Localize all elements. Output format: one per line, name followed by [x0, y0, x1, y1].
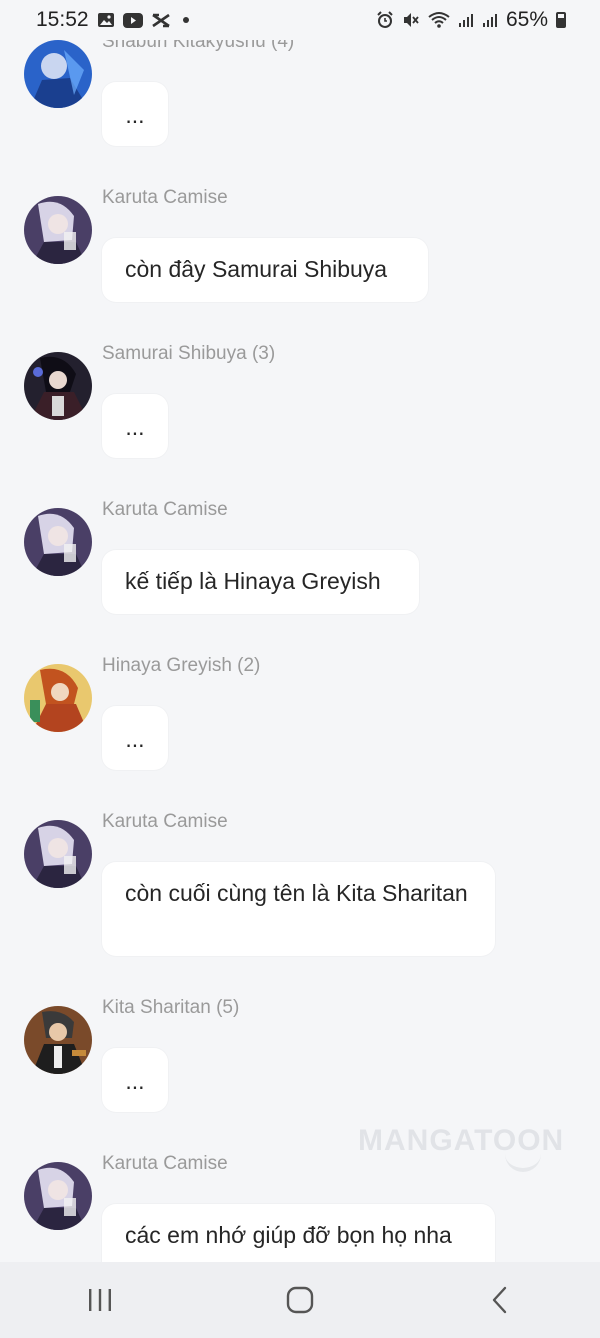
avatar[interactable] [24, 508, 92, 576]
gallery-icon [97, 12, 115, 28]
message-bubble[interactable]: còn đây Samurai Shibuya [102, 238, 428, 302]
message-bubble[interactable]: ... [102, 706, 168, 770]
avatar[interactable] [24, 1162, 92, 1230]
battery-icon [556, 12, 566, 28]
back-icon[interactable] [470, 1270, 530, 1330]
message-bubble[interactable]: ... [102, 1048, 168, 1112]
message-bubble[interactable]: ... [102, 82, 168, 146]
status-bar-left: 15:52 [36, 8, 189, 32]
avatar[interactable] [24, 820, 92, 888]
message-bubble[interactable]: các em nhớ giúp đỡ bọn họ nha [102, 1204, 495, 1262]
signal-icon [482, 12, 498, 28]
message-author: Kita Sharitan (5) [102, 997, 240, 1018]
status-time: 15:52 [36, 8, 89, 31]
capcut-icon [151, 13, 171, 28]
signal-icon [458, 12, 474, 28]
chat-feed[interactable]: Shaburi Kitakyushu (4) ... Karuta Camise… [0, 40, 600, 1262]
message-author: Karuta Camise [102, 187, 228, 208]
message-author: Karuta Camise [102, 811, 228, 832]
avatar[interactable] [24, 1006, 92, 1074]
message-author: Karuta Camise [102, 1153, 228, 1174]
wifi-icon [428, 11, 450, 29]
avatar[interactable] [24, 40, 92, 108]
message-author: Samurai Shibuya (3) [102, 343, 276, 364]
message-bubble[interactable]: kế tiếp là Hinaya Greyish [102, 550, 419, 614]
message-bubble[interactable]: ... [102, 394, 168, 458]
message-bubble[interactable]: còn cuối cùng tên là Kita Sharitan [102, 862, 495, 956]
message-author: Shaburi Kitakyushu (4) [102, 40, 295, 52]
message-author: Karuta Camise [102, 499, 228, 520]
alarm-icon [376, 11, 394, 29]
status-bar: 15:52 65% [0, 0, 600, 40]
avatar[interactable] [24, 664, 92, 732]
notification-dot-icon [182, 17, 189, 23]
avatar[interactable] [24, 196, 92, 264]
avatar[interactable] [24, 352, 92, 420]
navigation-bar [0, 1262, 600, 1338]
battery-percent: 65% [505, 8, 548, 31]
home-icon[interactable] [270, 1270, 330, 1330]
mute-icon [402, 11, 420, 29]
message-author: Hinaya Greyish (2) [102, 655, 261, 676]
youtube-icon [122, 12, 143, 28]
status-bar-right: 65% [376, 8, 566, 32]
recents-icon[interactable] [70, 1270, 130, 1330]
